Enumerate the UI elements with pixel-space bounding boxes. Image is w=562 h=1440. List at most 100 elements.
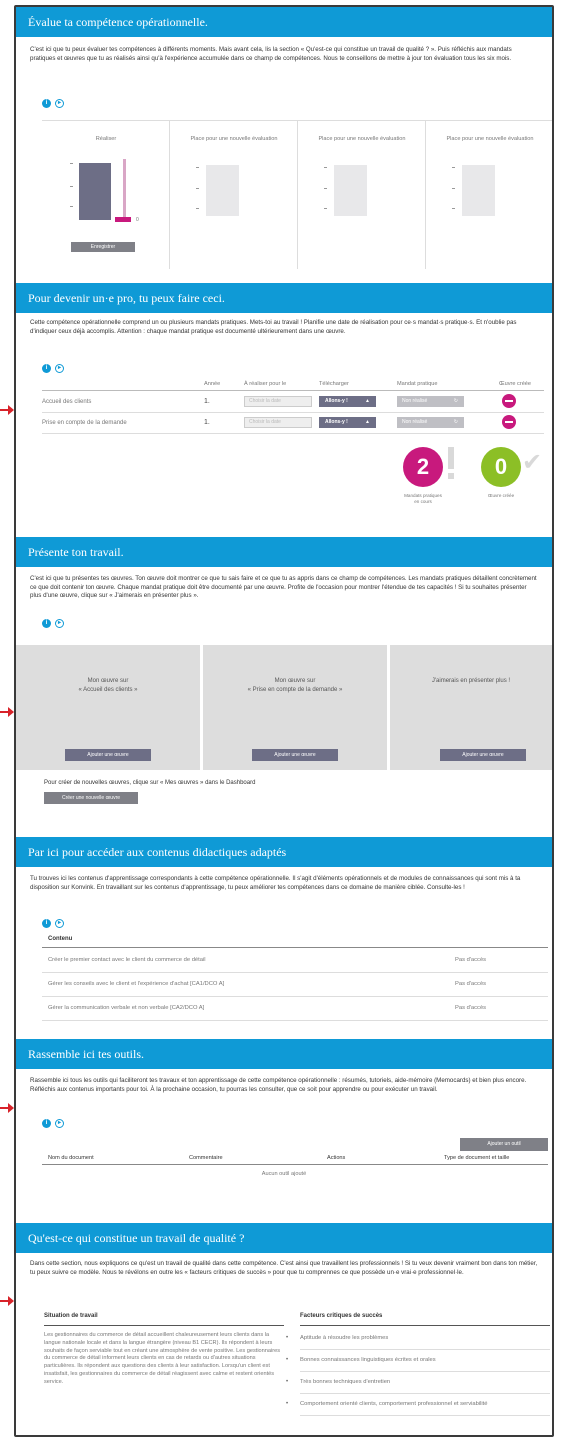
add-work-button[interactable]: Ajouter une œuvre: [65, 749, 151, 761]
work-card: Mon œuvre sur « Prise en compte de la de…: [203, 645, 387, 770]
evaluation-panel: Place pour une nouvelle évaluation: [426, 121, 552, 269]
evaluation-panel: Réaliser 0 Enregistrer: [42, 121, 170, 269]
col-practice: Mandat pratique: [397, 381, 438, 387]
slider-handle[interactable]: [115, 217, 131, 222]
refresh-icon: ↻: [453, 398, 458, 404]
slider-value: 0: [136, 217, 139, 223]
evaluation-panel: Place pour une nouvelle évaluation: [298, 121, 426, 269]
slider-track[interactable]: [123, 159, 126, 221]
download-button[interactable]: Allons-y ! ▲: [319, 417, 376, 428]
section-title-tools: Rassemble ici tes outils.: [16, 1039, 552, 1069]
help-icons: i ▸: [42, 619, 72, 629]
evaluation-label: Réaliser: [95, 136, 117, 142]
content-item[interactable]: Gérer les conseils avec le client et l'e…: [48, 981, 224, 987]
evaluation-placeholder-label: Place pour une nouvelle évaluation: [318, 136, 406, 142]
info-icon[interactable]: i: [42, 99, 51, 108]
save-evaluation-button[interactable]: Enregistrer: [71, 242, 135, 252]
work-situation-header: Situation de travail: [44, 1313, 98, 1319]
practice-status-button[interactable]: Non réalisé ↻: [397, 417, 464, 428]
download-icon: ▲: [365, 398, 370, 404]
work-card-subtitle: « Accueil des clients »: [78, 687, 138, 693]
remove-work-button[interactable]: [502, 415, 516, 429]
evaluation-intro: C'est ici que tu peux évaluer tes compét…: [30, 46, 512, 62]
practice-year: 1.: [204, 419, 210, 426]
content-item[interactable]: Gérer la communication verbale et non ve…: [48, 1005, 204, 1011]
ongoing-count-badge: 2: [403, 447, 443, 487]
info-icon[interactable]: i: [42, 1119, 51, 1128]
help-icons: i ▸: [42, 1119, 72, 1129]
practice-name: Accueil des clients: [42, 399, 92, 405]
content-access: Pas d'accès: [455, 1005, 487, 1011]
success-factors-header: Facteurs critiques de succès: [300, 1313, 383, 1319]
download-button[interactable]: Allons-y ! ▲: [319, 396, 376, 407]
placeholder-bar: [206, 165, 239, 216]
video-icon[interactable]: ▸: [55, 919, 64, 928]
created-count-label: Œuvre créée: [487, 493, 515, 498]
download-icon: ▲: [365, 419, 370, 425]
video-icon[interactable]: ▸: [55, 364, 64, 373]
empty-tools-message: Aucun outil ajouté: [261, 1171, 307, 1177]
practice-status-button[interactable]: Non réalisé ↻: [397, 396, 464, 407]
annotation-arrow: [0, 1103, 14, 1113]
col-date: À réaliser pour le: [244, 381, 287, 387]
add-work-button[interactable]: Ajouter une œuvre: [440, 749, 526, 761]
evaluation-panels: Réaliser 0 Enregistrer Place pour une no…: [42, 120, 552, 269]
col-year: Année: [204, 381, 221, 387]
exclamation-icon: [448, 447, 454, 469]
create-work-button[interactable]: Créer une nouvelle œuvre: [44, 792, 138, 804]
ongoing-count-label: Mandats pratiques en cours: [404, 493, 442, 504]
video-icon[interactable]: ▸: [55, 99, 64, 108]
content-access: Pas d'accès: [455, 957, 487, 963]
quality-intro: Dans cette section, nous expliquons ce q…: [30, 1260, 538, 1276]
work-card-title: Mon œuvre sur: [274, 678, 316, 684]
refresh-icon: ↻: [453, 419, 458, 425]
work-card: Mon œuvre sur « Accueil des clients » Aj…: [16, 645, 200, 770]
annotation-arrow: [0, 707, 14, 717]
col-document-type: Type de document et taille: [444, 1155, 510, 1161]
section-title-present: Présente ton travail.: [16, 537, 552, 567]
evaluation-placeholder-label: Place pour une nouvelle évaluation: [446, 136, 534, 142]
content-intro: Tu trouves ici les contenus d'apprentiss…: [30, 875, 521, 891]
help-icons: i ▸: [42, 99, 72, 109]
placeholder-bar: [462, 165, 495, 216]
work-card-subtitle: « Prise en compte de la demande »: [247, 687, 343, 693]
placeholder-bar: [334, 165, 367, 216]
work-card-more: J'aimerais en présenter plus ! Ajouter u…: [390, 645, 552, 770]
practice-intro: Cette compétence opérationnelle comprend…: [30, 319, 517, 335]
add-work-button[interactable]: Ajouter une œuvre: [252, 749, 338, 761]
annotation-arrow: [0, 405, 14, 415]
practice-year: 1.: [204, 398, 210, 405]
info-icon[interactable]: i: [42, 619, 51, 628]
evaluation-placeholder-label: Place pour une nouvelle évaluation: [190, 136, 278, 142]
date-picker[interactable]: Choisir la date: [244, 417, 312, 428]
section-title-content: Par ici pour accéder aux contenus didact…: [16, 837, 552, 867]
content-access: Pas d'accès: [455, 981, 487, 987]
content-item[interactable]: Créer le premier contact avec le client …: [48, 957, 206, 963]
practice-name: Prise en compte de la demande: [42, 420, 127, 426]
section-title-evaluation: Évalue ta compétence opérationnelle.: [16, 7, 552, 37]
section-title-quality: Qu'est-ce qui constitue un travail de qu…: [16, 1223, 552, 1253]
video-icon[interactable]: ▸: [55, 619, 64, 628]
annotation-arrow: [0, 1296, 14, 1306]
help-icons: i ▸: [42, 364, 72, 374]
help-icons: i ▸: [42, 919, 72, 929]
info-icon[interactable]: i: [42, 919, 51, 928]
self-assessment-bar[interactable]: [79, 163, 111, 220]
date-picker[interactable]: Choisir la date: [244, 396, 312, 407]
content-column-header: Contenu: [48, 936, 73, 942]
col-document-name: Nom du document: [48, 1155, 94, 1161]
present-intro: C'est ici que tu présentes tes œuvres. T…: [30, 575, 537, 599]
col-comment: Commentaire: [189, 1155, 223, 1161]
create-work-note: Pour créer de nouvelles œuvres, clique s…: [44, 780, 256, 786]
work-card-title: J'aimerais en présenter plus !: [431, 678, 511, 684]
page-frame: Évalue ta compétence opérationnelle. C'e…: [14, 5, 554, 1437]
add-tool-button[interactable]: Ajouter un outil: [460, 1138, 548, 1151]
created-count-badge: 0: [481, 447, 521, 487]
evaluation-panel: Place pour une nouvelle évaluation: [170, 121, 298, 269]
remove-work-button[interactable]: [502, 394, 516, 408]
col-download: Télécharger: [319, 381, 349, 387]
check-icon: ✔: [522, 449, 543, 476]
tools-intro: Rassemble ici tous les outils qui facili…: [30, 1077, 527, 1093]
video-icon[interactable]: ▸: [55, 1119, 64, 1128]
info-icon[interactable]: i: [42, 364, 51, 373]
